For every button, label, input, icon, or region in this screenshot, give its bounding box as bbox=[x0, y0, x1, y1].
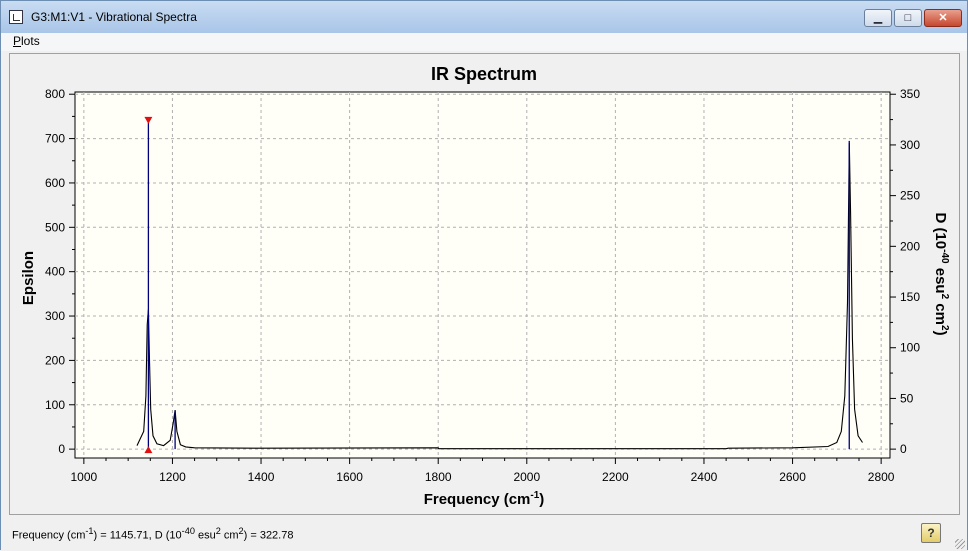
y-left-tick-label: 300 bbox=[45, 309, 65, 323]
x-tick-label: 1200 bbox=[159, 470, 186, 484]
x-tick-label: 1000 bbox=[71, 470, 98, 484]
y-axis-right-label: D (10-40 esu2 cm2) bbox=[932, 212, 950, 335]
readout-part: ) = 1145.71, D (10 bbox=[93, 529, 182, 542]
x-tick-label: 2800 bbox=[868, 470, 895, 484]
status-bar: Frequency (cm-1) = 1145.71, D (10-40 esu… bbox=[1, 517, 967, 551]
x-axis-label: Frequency (cm-1) bbox=[424, 490, 545, 508]
x-tick-label: 2000 bbox=[513, 470, 540, 484]
y-right-tick-label: 0 bbox=[900, 442, 907, 456]
y-left-tick-label: 100 bbox=[45, 398, 65, 412]
title-bar[interactable]: G3:M1:V1 - Vibrational Spectra ▁ □ ✕ bbox=[1, 1, 967, 34]
y-right-tick-label: 100 bbox=[900, 341, 920, 355]
x-tick-label: 2400 bbox=[691, 470, 718, 484]
y-left-tick-label: 600 bbox=[45, 176, 65, 190]
menu-bar: Plots bbox=[1, 33, 967, 51]
spectrum-plot-panel[interactable]: 1000 1200 1400 1600 1800 2000 2200 2400 2600 2800… bbox=[9, 53, 960, 515]
readout-part: cm bbox=[220, 529, 239, 542]
x-tick-label: 1600 bbox=[336, 470, 363, 484]
y-axis-right-label-part: cm bbox=[932, 299, 949, 325]
y-left-tick-label: 200 bbox=[45, 353, 65, 367]
y-axis-right-label-part: D (10 bbox=[932, 212, 949, 249]
menu-plots-label: lots bbox=[21, 34, 40, 48]
y-left-tick-label: 700 bbox=[45, 132, 65, 146]
menu-plots[interactable]: Plots bbox=[13, 34, 40, 48]
y-right-tick-label: 250 bbox=[900, 189, 920, 203]
x-tick-label: 2200 bbox=[602, 470, 629, 484]
y-right-tick-label: 50 bbox=[900, 391, 914, 405]
frequency-readout: Frequency (cm-1) = 1145.71, D (10-40 esu… bbox=[12, 526, 293, 542]
readout-part: esu bbox=[194, 529, 216, 542]
y-axis-right-label-part: ) bbox=[932, 331, 949, 336]
y-left-tick-label: 800 bbox=[45, 87, 65, 101]
y-left-tick-label: 0 bbox=[58, 442, 65, 456]
readout-sup: -1 bbox=[85, 526, 94, 536]
y-axis-left-label: Epsilon bbox=[20, 251, 37, 305]
resize-grip[interactable] bbox=[955, 539, 965, 549]
x-tick-label: 2600 bbox=[779, 470, 806, 484]
y-right-tick-label: 300 bbox=[900, 138, 920, 152]
y-axis-right-label-part: -40 bbox=[939, 249, 950, 264]
vibrational-spectra-window: G3:M1:V1 - Vibrational Spectra ▁ □ ✕ Plo… bbox=[0, 0, 968, 551]
ir-spectrum-chart[interactable]: 1000 1200 1400 1600 1800 2000 2200 2400 2600 2800… bbox=[10, 54, 959, 514]
app-window-icon[interactable] bbox=[9, 10, 23, 24]
readout-part: Frequency (cm bbox=[12, 529, 86, 542]
help-button[interactable]: ? bbox=[921, 523, 941, 543]
y-axis-right-label-part: esu bbox=[932, 264, 949, 294]
minimize-button[interactable]: ▁ bbox=[864, 9, 892, 27]
close-button[interactable]: ✕ bbox=[924, 9, 962, 27]
menu-plots-mnemonic: P bbox=[13, 34, 22, 48]
readout-sup: -40 bbox=[181, 526, 195, 536]
y-right-tick-label: 150 bbox=[900, 290, 920, 304]
y-left-tick-label: 400 bbox=[45, 265, 65, 279]
readout-part: ) = 322.78 bbox=[243, 529, 294, 542]
y-right-tick-label: 350 bbox=[900, 87, 920, 101]
window-title: G3:M1:V1 - Vibrational Spectra bbox=[31, 10, 197, 24]
x-tick-label: 1400 bbox=[248, 470, 275, 484]
chart-title: IR Spectrum bbox=[431, 64, 537, 84]
x-axis-label-main: Frequency (cm bbox=[424, 491, 531, 508]
maximize-button[interactable]: □ bbox=[894, 9, 922, 27]
x-axis-label-close: ) bbox=[539, 491, 544, 508]
x-tick-label: 1800 bbox=[425, 470, 452, 484]
y-right-tick-label: 200 bbox=[900, 239, 920, 253]
y-left-tick-label: 500 bbox=[45, 220, 65, 234]
plot-background bbox=[74, 91, 891, 459]
